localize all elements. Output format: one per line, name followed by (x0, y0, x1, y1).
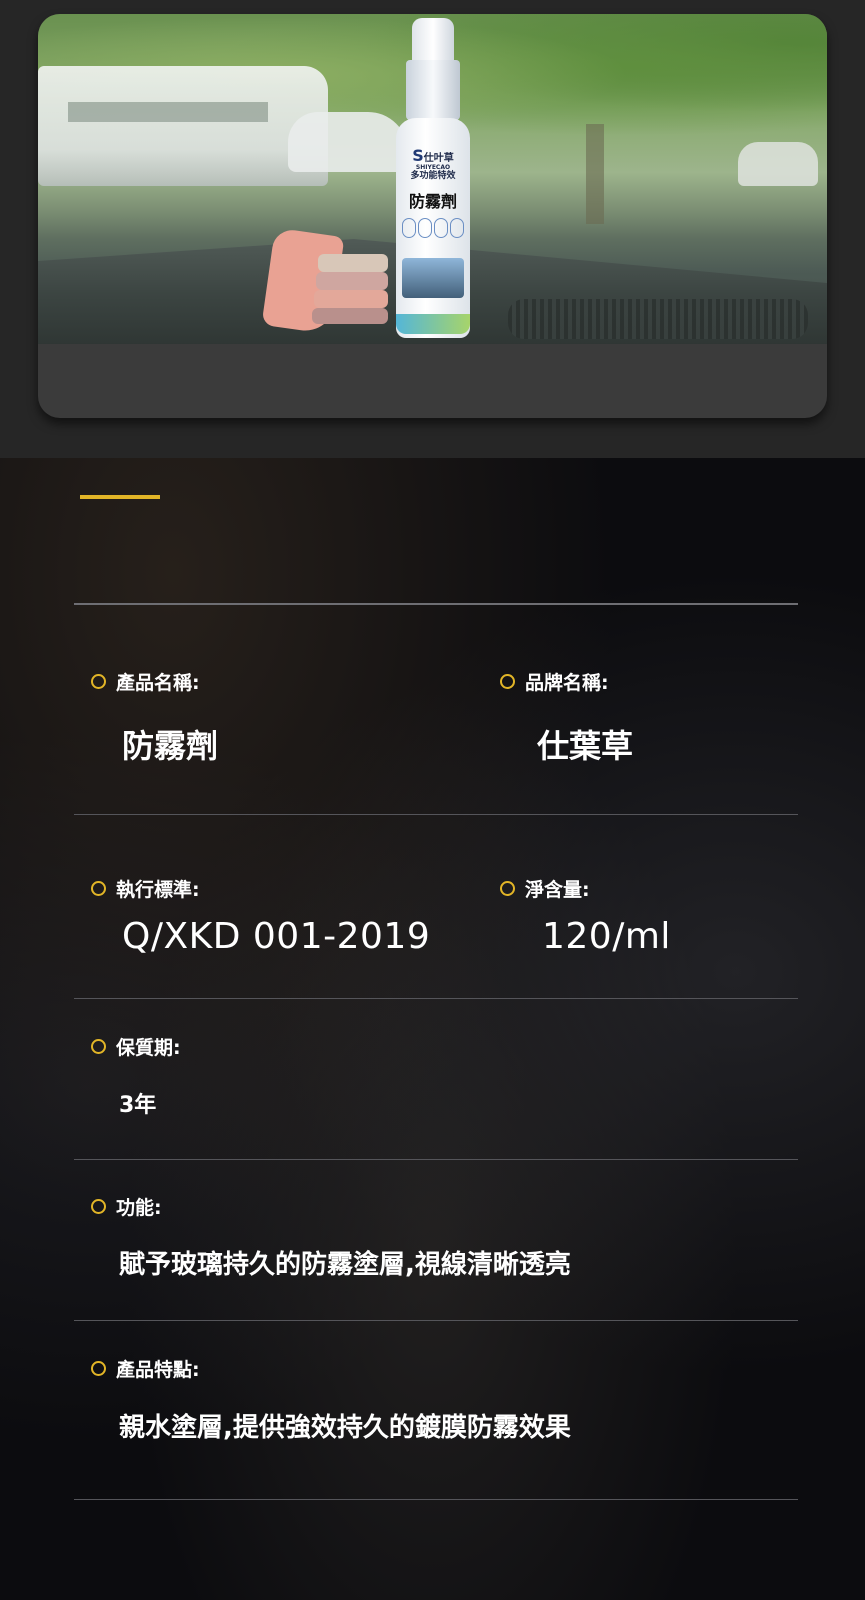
divider (74, 998, 798, 999)
bottle-logo: S仕叶草 SHIYECAO 多功能特效 (410, 146, 456, 182)
spec-label-function: 功能: (91, 1193, 162, 1220)
spec-value-standard: Q/XKD 001-2019 (122, 916, 431, 957)
bullet-icon (500, 881, 515, 896)
product-image-card: S仕叶草 SHIYECAO 多功能特效 防霧劑 (38, 14, 827, 418)
product-photo: S仕叶草 SHIYECAO 多功能特效 防霧劑 (38, 14, 827, 344)
spec-value-function: 賦予玻璃持久的防霧塗層,視線清晰透亮 (119, 1250, 571, 1280)
spec-label-shelf-life: 保質期: (91, 1033, 181, 1060)
bullet-icon (91, 881, 106, 896)
bottle-product-name: 防霧劑 (408, 192, 457, 211)
spec-value-product-name: 防霧劑 (122, 727, 219, 765)
divider (74, 603, 798, 605)
divider (74, 1320, 798, 1321)
spec-value-features: 親水塗層,提供強效持久的鍍膜防霧效果 (119, 1413, 571, 1443)
spec-label-product-name: 產品名稱: (91, 668, 200, 695)
bullet-icon (91, 1039, 106, 1054)
spec-label-standard: 執行標準: (91, 875, 200, 902)
spec-value-net-content: 120/ml (542, 916, 671, 957)
spec-label-net-content: 淨含量: (500, 875, 590, 902)
spray-bottle: S仕叶草 SHIYECAO 多功能特效 防霧劑 (396, 18, 470, 338)
product-image-section: S仕叶草 SHIYECAO 多功能特效 防霧劑 (0, 0, 865, 458)
spec-value-shelf-life: 3年 (119, 1093, 157, 1118)
bullet-icon (91, 674, 106, 689)
product-info-section: 產品名稱: 防霧劑 品牌名稱: 仕葉草 執行標準: Q/XKD 001-2019… (0, 458, 865, 1600)
accent-bar (80, 495, 160, 499)
spec-label-brand-name: 品牌名稱: (500, 668, 609, 695)
divider (74, 1499, 798, 1500)
spec-value-brand-name: 仕葉草 (537, 727, 634, 765)
bullet-icon (91, 1361, 106, 1376)
bullet-icon (91, 1199, 106, 1214)
cleaning-cloth (261, 227, 393, 335)
divider (74, 1159, 798, 1160)
spec-label-features: 產品特點: (91, 1355, 200, 1382)
divider (74, 814, 798, 815)
bullet-icon (500, 674, 515, 689)
